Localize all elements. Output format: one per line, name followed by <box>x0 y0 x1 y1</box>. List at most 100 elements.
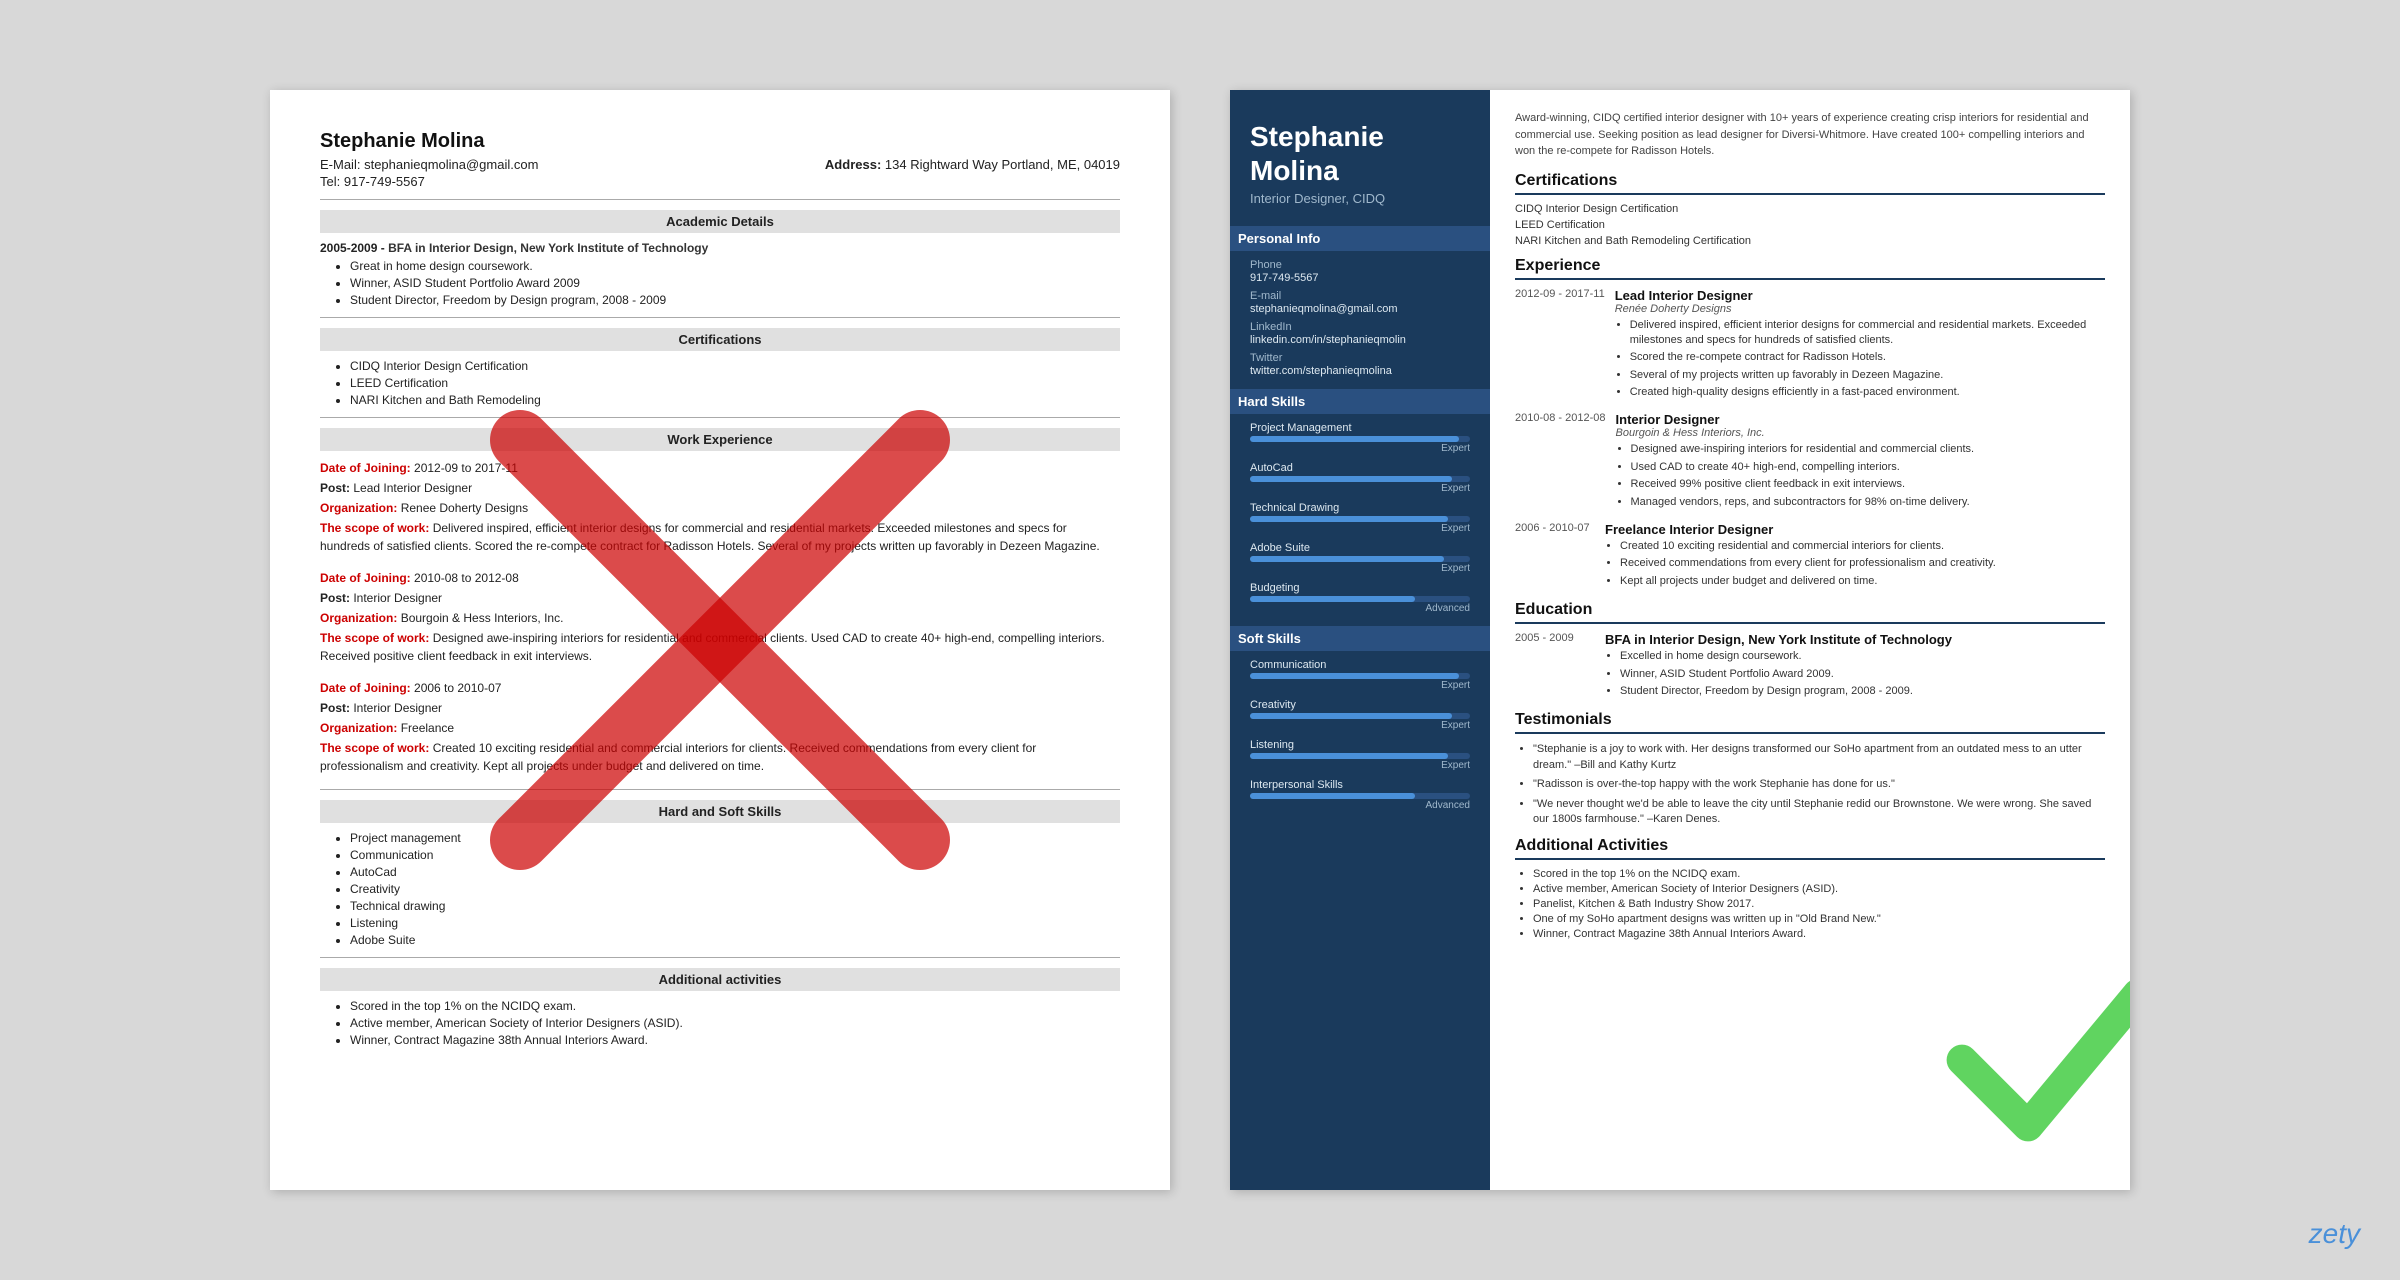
cert-item: LEED Certification <box>1515 219 2105 231</box>
additional-section-title: Additional activities <box>320 968 1120 991</box>
academic-bullets: Great in home design coursework. Winner,… <box>320 259 1120 307</box>
skill-name: Listening <box>1250 739 1470 751</box>
work-section-title: Work Experience <box>320 428 1120 451</box>
exp-dates: 2010-08 - 2012-08 <box>1515 412 1606 512</box>
skill-level: Advanced <box>1250 800 1470 811</box>
exp-header: 2010-08 - 2012-08 Interior Designer Bour… <box>1515 412 2105 512</box>
zety-logo: zety <box>2309 1218 2360 1250</box>
skills-section-title: Hard and Soft Skills <box>320 800 1120 823</box>
exp-header: 2012-09 - 2017-11 Lead Interior Designer… <box>1515 288 2105 403</box>
skill-bar-bg <box>1250 713 1470 719</box>
list-item: Creativity <box>350 882 1120 896</box>
divider <box>320 317 1120 318</box>
exp-dates: 2006 - 2010-07 <box>1515 522 1595 591</box>
skill-name: Project Management <box>1250 422 1470 434</box>
edu-title: Education <box>1515 601 2105 624</box>
left-name: Stephanie Molina <box>320 130 1120 153</box>
skill-bar-bg <box>1250 556 1470 562</box>
linkedin-label: LinkedIn <box>1250 321 1470 333</box>
list-item: Received 99% positive client feedback in… <box>1631 477 2105 492</box>
edu-bullets: Excelled in home design coursework.Winne… <box>1605 649 2105 699</box>
summary: Award-winning, CIDQ certified interior d… <box>1515 110 2105 160</box>
edu-dates: 2005 - 2009 <box>1515 632 1595 701</box>
cert-section-title: Certifications <box>320 328 1120 351</box>
cert-bullets: CIDQ Interior Design Certification LEED … <box>320 359 1120 407</box>
divider <box>320 199 1120 200</box>
skill-name: Interpersonal Skills <box>1250 779 1470 791</box>
page-container: Stephanie Molina E-Mail: stephanieqmolin… <box>0 0 2400 1280</box>
skill-level: Expert <box>1250 563 1470 574</box>
twitter-value: twitter.com/stephanieqmolina <box>1250 365 1470 377</box>
skill-bar-fill <box>1250 753 1448 759</box>
right-title: Interior Designer, CIDQ <box>1250 191 1470 206</box>
list-item: AutoCad <box>350 865 1120 879</box>
exp-block: 2012-09 - 2017-11 Lead Interior Designer… <box>1515 288 2105 403</box>
list-item: Kept all projects under budget and deliv… <box>1620 574 2105 589</box>
skill-block: Listening Expert <box>1250 739 1470 771</box>
linkedin-value: linkedin.com/in/stephanieqmolin <box>1250 334 1470 346</box>
testimonials-title: Testimonials <box>1515 711 2105 734</box>
exp-list: 2012-09 - 2017-11 Lead Interior Designer… <box>1515 288 2105 592</box>
skills-list: Project management Communication AutoCad… <box>320 831 1120 947</box>
list-item: Great in home design coursework. <box>350 259 1120 273</box>
twitter-label: Twitter <box>1250 352 1470 364</box>
list-item: Scored in the top 1% on the NCIDQ exam. <box>1533 868 2105 880</box>
academic-section-title: Academic Details <box>320 210 1120 233</box>
list-item: NARI Kitchen and Bath Remodeling <box>350 393 1120 407</box>
skill-bar-bg <box>1250 673 1470 679</box>
list-item: Used CAD to create 40+ high-end, compell… <box>1631 460 2105 475</box>
list-item: Delivered inspired, efficient interior d… <box>1630 318 2105 349</box>
skill-block: Creativity Expert <box>1250 699 1470 731</box>
edu-list: 2005 - 2009 BFA in Interior Design, New … <box>1515 632 2105 701</box>
list-item: Student Director, Freedom by Design prog… <box>1620 684 2105 699</box>
list-item: Winner, ASID Student Portfolio Award 200… <box>1620 667 2105 682</box>
additional-list: Scored in the top 1% on the NCIDQ exam. … <box>320 999 1120 1047</box>
additional-main-list: Scored in the top 1% on the NCIDQ exam. A… <box>1515 868 2105 940</box>
exp-job-title: Freelance Interior Designer <box>1605 522 2105 537</box>
cert-main-title: Certifications <box>1515 172 2105 195</box>
main-content: Award-winning, CIDQ certified interior d… <box>1490 90 2130 1190</box>
skill-name: AutoCad <box>1250 462 1470 474</box>
left-header: Stephanie Molina E-Mail: stephanieqmolin… <box>320 130 1120 189</box>
skill-level: Advanced <box>1250 603 1470 614</box>
skill-bar-bg <box>1250 596 1470 602</box>
exp-block: 2010-08 - 2012-08 Interior Designer Bour… <box>1515 412 2105 512</box>
list-item: Created 10 exciting residential and comm… <box>1620 539 2105 554</box>
exp-job-title: Interior Designer <box>1616 412 2105 427</box>
left-email-label: E-Mail: stephanieqmolina@gmail.com <box>320 157 538 172</box>
list-item: Scored the re-compete contract for Radis… <box>1630 350 2105 365</box>
divider <box>320 957 1120 958</box>
skill-bar-fill <box>1250 436 1459 442</box>
divider <box>320 417 1120 418</box>
exp-details: Interior Designer Bourgoin & Hess Interi… <box>1616 412 2105 512</box>
edu-degree: BFA in Interior Design, New York Institu… <box>1605 632 2105 647</box>
skill-block: Budgeting Advanced <box>1250 582 1470 614</box>
exp-header: 2006 - 2010-07 Freelance Interior Design… <box>1515 522 2105 591</box>
skill-block: Technical Drawing Expert <box>1250 502 1470 534</box>
list-item: Created high-quality designs efficiently… <box>1630 385 2105 400</box>
skill-name: Communication <box>1250 659 1470 671</box>
list-item: Technical drawing <box>350 899 1120 913</box>
skill-bar-fill <box>1250 476 1452 482</box>
skill-name: Adobe Suite <box>1250 542 1470 554</box>
list-item: "We never thought we'd be able to leave … <box>1533 797 2105 828</box>
email-value: stephanieqmolina@gmail.com <box>1250 303 1470 315</box>
hard-skills-list: Project Management Expert AutoCad Expert… <box>1250 422 1470 614</box>
phone-value: 917-749-5567 <box>1250 272 1470 284</box>
skill-bar-fill <box>1250 556 1444 562</box>
list-item: Communication <box>350 848 1120 862</box>
list-item: Scored in the top 1% on the NCIDQ exam. <box>350 999 1120 1013</box>
exp-block: 2006 - 2010-07 Freelance Interior Design… <box>1515 522 2105 591</box>
list-item: LEED Certification <box>350 376 1120 390</box>
exp-details: Lead Interior Designer Renée Doherty Des… <box>1615 288 2105 403</box>
exp-bullets: Delivered inspired, efficient interior d… <box>1615 318 2105 401</box>
work-block-2: Date of Joining: 2010-08 to 2012-08 Post… <box>320 569 1120 665</box>
skill-bar-fill <box>1250 673 1459 679</box>
list-item: Student Director, Freedom by Design prog… <box>350 293 1120 307</box>
list-item: Active member, American Society of Inter… <box>1533 883 2105 895</box>
cert-main-list: CIDQ Interior Design CertificationLEED C… <box>1515 203 2105 247</box>
list-item: Project management <box>350 831 1120 845</box>
exp-company: Bourgoin & Hess Interiors, Inc. <box>1616 427 2105 439</box>
edu-block: 2005 - 2009 BFA in Interior Design, New … <box>1515 632 2105 701</box>
skill-block: Project Management Expert <box>1250 422 1470 454</box>
